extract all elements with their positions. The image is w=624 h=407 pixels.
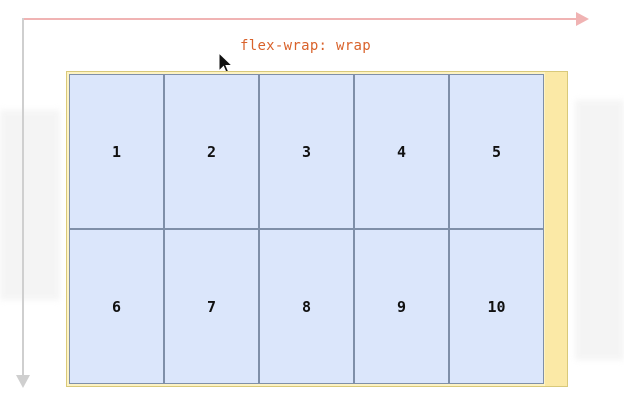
flex-item-8: 8	[259, 229, 354, 384]
flex-item-5: 5	[449, 74, 544, 229]
flex-item-6: 6	[69, 229, 164, 384]
cross-axis-arrowhead	[16, 375, 30, 388]
flex-item-3: 3	[259, 74, 354, 229]
flex-item-9: 9	[354, 229, 449, 384]
container-overflow-edge	[545, 72, 567, 386]
flex-wrap-label: flex-wrap: wrap	[240, 38, 371, 54]
flex-item-2: 2	[164, 74, 259, 229]
flex-item-10: 10	[449, 229, 544, 384]
background-blur-left	[0, 110, 60, 300]
flex-item-7: 7	[164, 229, 259, 384]
main-axis-arrowhead	[576, 12, 589, 26]
flex-item-1: 1	[69, 74, 164, 229]
cross-axis-arrow	[22, 18, 24, 378]
flex-item-4: 4	[354, 74, 449, 229]
main-axis-arrow	[22, 18, 582, 20]
flex-items: 1 2 3 4 5 6 7 8 9 10	[69, 74, 545, 384]
background-blur-right	[575, 100, 624, 360]
flex-container: 1 2 3 4 5 6 7 8 9 10	[66, 71, 568, 387]
